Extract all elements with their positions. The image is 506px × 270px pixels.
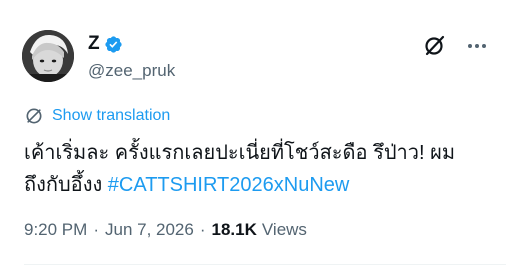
hashtag-link[interactable]: #CATTSHIRT2026xNuNew: [108, 174, 350, 196]
tweet-text-line: เค้าเริ่มละ ครั้งแรกเลยปะเนี่ยที่โชว์สะด…: [24, 142, 456, 164]
tweet-meta: 9:20 PM · Jun 7, 2026 · 18.1K Views: [24, 219, 307, 241]
tweet-date[interactable]: Jun 7, 2026: [105, 219, 194, 241]
tweet-text-line: ถึงกับอึ้งง #CATTSHIRT2026xNuNew: [24, 169, 494, 201]
views-count[interactable]: 18.1K: [212, 219, 257, 241]
avatar-photo: [22, 30, 74, 82]
tweet-time[interactable]: 9:20 PM: [24, 219, 87, 241]
tweet-card: Z @zee_pruk Show translation เค้าเริ่มละ…: [0, 0, 506, 270]
meta-separator: ·: [199, 220, 206, 239]
verified-badge-icon[interactable]: [104, 35, 123, 54]
show-translation-button[interactable]: Show translation: [24, 106, 170, 126]
translate-icon: [26, 108, 42, 124]
dot-icon: [475, 44, 479, 48]
user-handle[interactable]: @zee_pruk: [88, 61, 175, 81]
display-name[interactable]: Z: [88, 33, 100, 55]
meta-separator: ·: [93, 220, 99, 239]
divider: [24, 264, 506, 265]
views-label: Views: [261, 220, 307, 239]
tweet-text: เค้าเริ่มละ ครั้งแรกเลยปะเนี่ยที่โชว์สะด…: [24, 137, 494, 201]
dot-icon: [482, 44, 486, 48]
author-name-row[interactable]: Z: [88, 33, 123, 55]
grok-icon[interactable]: [423, 33, 447, 57]
tweet-text-segment: ถึงกับอึ้งง: [24, 174, 108, 196]
dot-icon: [468, 44, 472, 48]
more-options-icon[interactable]: [465, 36, 489, 56]
avatar[interactable]: [22, 30, 74, 82]
show-translation-label: Show translation: [52, 107, 171, 124]
